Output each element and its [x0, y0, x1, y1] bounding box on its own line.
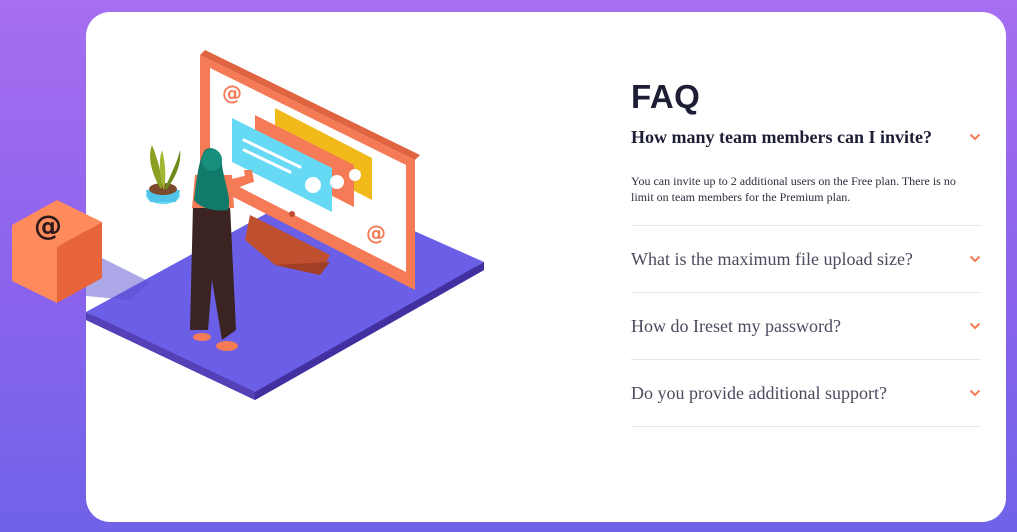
faq-section: FAQ How many team members can I invite? …	[631, 78, 981, 427]
faq-question-button[interactable]: Do you provide additional support?	[631, 360, 981, 426]
faq-question-button[interactable]: What is the maximum file upload size?	[631, 226, 981, 292]
faq-question-text: Do you provide additional support?	[631, 382, 887, 403]
faq-question-text: How do Ireset my password?	[631, 315, 841, 336]
faq-item: How many team members can I invite? You …	[631, 116, 981, 226]
faq-title: FAQ	[631, 78, 701, 115]
faq-item: What is the maximum file upload size?	[631, 226, 981, 293]
faq-question-text: How many team members can I invite?	[631, 126, 932, 147]
chevron-down-icon	[969, 133, 981, 141]
faq-question-button[interactable]: How many team members can I invite?	[631, 116, 981, 158]
faq-item: How do Ireset my password?	[631, 293, 981, 360]
svg-text:@: @	[34, 209, 62, 242]
svg-text:@: @	[366, 221, 386, 245]
faq-illustration: @ @ @	[12, 50, 484, 400]
svg-text:@: @	[222, 81, 242, 105]
chevron-down-icon	[969, 255, 981, 263]
faq-question-text: What is the maximum file upload size?	[631, 248, 913, 269]
chevron-down-icon	[969, 389, 981, 397]
faq-question-button[interactable]: How do Ireset my password?	[631, 293, 981, 359]
plant	[146, 145, 181, 204]
faq-item: Do you provide additional support?	[631, 360, 981, 427]
faq-answer: You can invite up to 2 additional users …	[631, 174, 956, 204]
chevron-down-icon	[969, 322, 981, 330]
